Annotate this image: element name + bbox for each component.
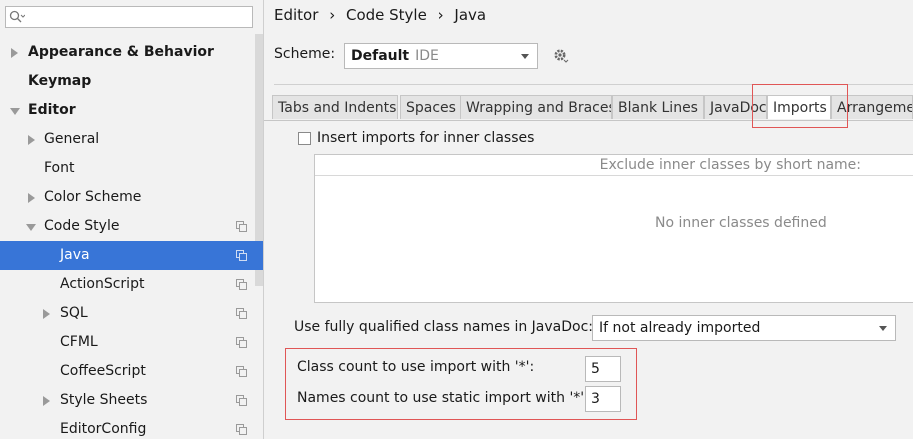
project-scope-icon [236,337,247,348]
names-count-input[interactable]: 3 [585,386,621,412]
sidebar-item-font[interactable]: Font [0,154,255,183]
tab-tabs-and-indents[interactable]: Tabs and Indents [272,95,398,119]
sidebar-item-label: Keymap [28,73,92,89]
chevron-down-icon [521,54,529,59]
sidebar-item-label: SQL [60,305,88,321]
project-scope-icon [236,424,247,435]
fully-qualified-value: If not already imported [599,320,761,336]
project-scope-icon [236,395,247,406]
expand-arrow-icon[interactable] [28,135,35,145]
gear-icon[interactable] [553,48,569,64]
sidebar-item-actionscript[interactable]: ActionScript [0,270,255,299]
insert-inner-imports-label: Insert imports for inner classes [317,130,535,146]
sidebar-item-code-style[interactable]: Code Style [0,212,255,241]
class-count-label: Class count to use import with '*': [297,359,535,375]
sidebar-item-cfml[interactable]: CFML [0,328,255,357]
insert-inner-imports-checkbox[interactable] [298,132,311,145]
collapse-arrow-icon[interactable] [10,108,20,115]
expand-arrow-icon[interactable] [43,396,50,406]
scheme-label: Scheme: [274,46,336,62]
settings-search-input[interactable] [5,6,253,28]
exclude-table-empty-text: No inner classes defined [655,215,827,231]
tab-wrapping-and-braces[interactable]: Wrapping and Braces [460,95,612,119]
sidebar-item-sql[interactable]: SQL [0,299,255,328]
breadcrumb-separator: › [329,6,336,24]
project-scope-icon [236,250,247,261]
class-count-input[interactable]: 5 [585,356,621,382]
sidebar-item-label: Style Sheets [60,392,148,408]
breadcrumb-code-style[interactable]: Code Style [346,6,427,24]
breadcrumb-editor[interactable]: Editor [274,6,318,24]
names-count-label: Names count to use static import with '*… [297,390,589,406]
scheme-sub: IDE [415,48,439,64]
expand-arrow-icon[interactable] [11,48,18,58]
breadcrumb-java: Java [454,6,487,24]
sidebar-item-label: Editor [28,102,76,118]
sidebar-item-label: Java [60,247,90,263]
search-icon [9,10,25,23]
sidebar-item-label: CFML [60,334,98,350]
settings-sidebar: Appearance & Behavior Keymap Editor Gene… [0,0,264,439]
scheme-value: Default [351,48,410,64]
project-scope-icon [236,279,247,290]
breadcrumb-separator: › [437,6,444,24]
exclude-inner-classes-table[interactable]: Exclude inner classes by short name: No … [314,154,913,303]
sidebar-item-java[interactable]: Java [0,241,263,270]
sidebar-item-keymap[interactable]: Keymap [0,67,255,96]
sidebar-item-label: EditorConfig [60,421,147,437]
sidebar-item-label: Appearance & Behavior [28,44,214,60]
sidebar-item-style-sheets[interactable]: Style Sheets [0,386,255,415]
scheme-dropdown[interactable]: Default IDE [344,43,538,69]
chevron-down-icon [879,326,887,331]
imports-tab-highlight [752,84,848,128]
fully-qualified-dropdown[interactable]: If not already imported [592,315,896,341]
project-scope-icon [236,221,247,232]
collapse-arrow-icon[interactable] [26,224,36,231]
breadcrumb: Editor › Code Style › Java [274,6,492,24]
sidebar-item-coffeescript[interactable]: CoffeeScript [0,357,255,386]
sidebar-item-color-scheme[interactable]: Color Scheme [0,183,255,212]
sidebar-item-label: Font [44,160,75,176]
tab-blank-lines[interactable]: Blank Lines [612,95,704,119]
exclude-table-header: Exclude inner classes by short name: [315,155,913,176]
sidebar-item-label: Color Scheme [44,189,142,205]
sidebar-item-editorconfig[interactable]: EditorConfig [0,415,255,439]
sidebar-item-editor[interactable]: Editor [0,96,255,125]
sidebar-item-label: Code Style [44,218,120,234]
tab-spaces[interactable]: Spaces [400,95,463,119]
sidebar-item-label: CoffeeScript [60,363,146,379]
expand-arrow-icon[interactable] [43,309,50,319]
sidebar-item-label: General [44,131,100,147]
project-scope-icon [236,366,247,377]
project-scope-icon [236,308,247,319]
sidebar-item-appearance-behavior[interactable]: Appearance & Behavior [0,38,255,67]
sidebar-item-label: ActionScript [60,276,145,292]
settings-content: Editor › Code Style › Java Scheme: Defau… [264,0,913,439]
fully-qualified-label: Use fully qualified class names in JavaD… [294,319,594,335]
sidebar-item-general[interactable]: General [0,125,255,154]
expand-arrow-icon[interactable] [28,193,35,203]
